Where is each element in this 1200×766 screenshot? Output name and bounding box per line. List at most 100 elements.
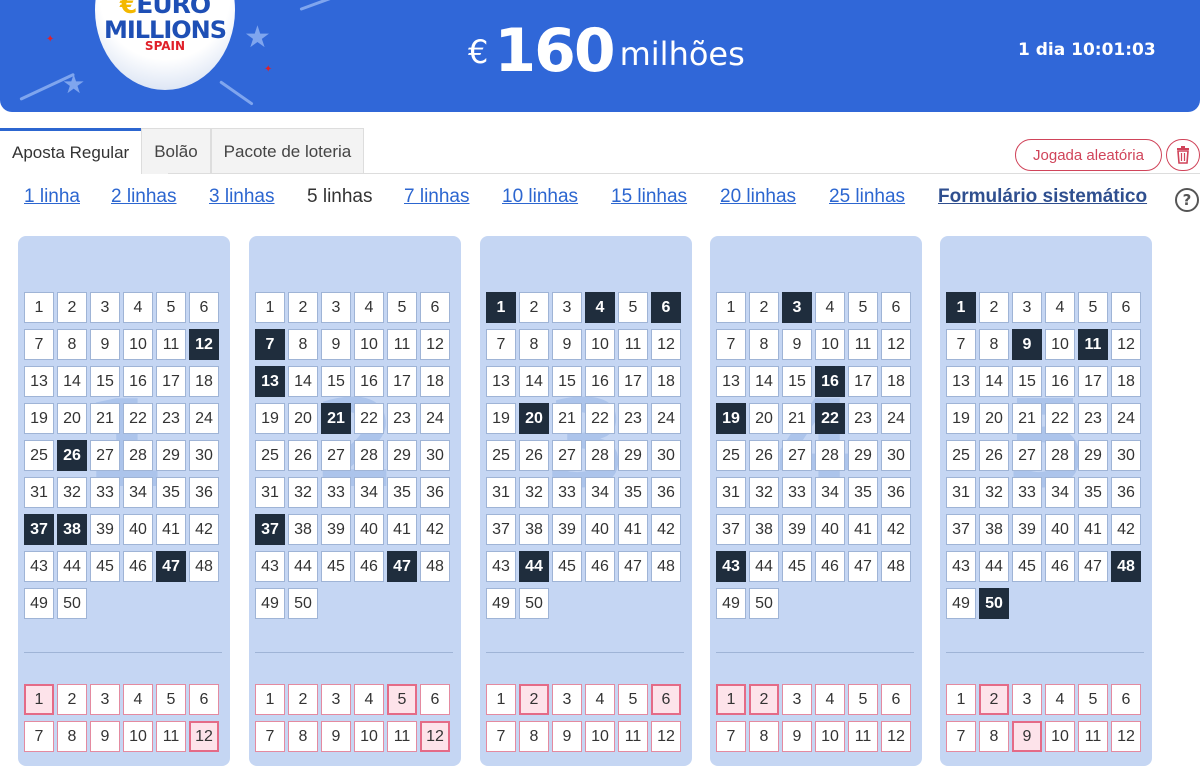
- line-option-20[interactable]: 20 linhas: [720, 186, 796, 208]
- star-cell[interactable]: 10: [1045, 721, 1075, 752]
- star-cell[interactable]: 1: [716, 684, 746, 715]
- number-cell[interactable]: 33: [782, 477, 812, 508]
- star-cell[interactable]: 7: [946, 721, 976, 752]
- star-cell[interactable]: 9: [552, 721, 582, 752]
- number-cell[interactable]: 20: [979, 403, 1009, 434]
- number-cell[interactable]: 39: [552, 514, 582, 545]
- number-cell[interactable]: 13: [716, 366, 746, 397]
- number-cell[interactable]: 14: [519, 366, 549, 397]
- number-cell[interactable]: 13: [946, 366, 976, 397]
- number-cell[interactable]: 32: [749, 477, 779, 508]
- number-cell[interactable]: 5: [848, 292, 878, 323]
- star-cell[interactable]: 11: [1078, 721, 1108, 752]
- number-cell[interactable]: 30: [651, 440, 681, 471]
- star-cell[interactable]: 9: [1012, 721, 1042, 752]
- number-cell[interactable]: 48: [881, 551, 911, 582]
- number-cell[interactable]: 12: [420, 329, 450, 360]
- star-cell[interactable]: 10: [354, 721, 384, 752]
- star-cell[interactable]: 12: [881, 721, 911, 752]
- number-cell[interactable]: 8: [288, 329, 318, 360]
- number-cell[interactable]: 26: [57, 440, 87, 471]
- number-cell[interactable]: 43: [716, 551, 746, 582]
- number-cell[interactable]: 31: [946, 477, 976, 508]
- number-cell[interactable]: 17: [1078, 366, 1108, 397]
- number-cell[interactable]: 48: [651, 551, 681, 582]
- number-cell[interactable]: 9: [782, 329, 812, 360]
- number-cell[interactable]: 13: [255, 366, 285, 397]
- number-cell[interactable]: 10: [585, 329, 615, 360]
- number-cell[interactable]: 2: [57, 292, 87, 323]
- number-cell[interactable]: 36: [1111, 477, 1141, 508]
- star-cell[interactable]: 10: [585, 721, 615, 752]
- number-cell[interactable]: 48: [1111, 551, 1141, 582]
- number-cell[interactable]: 42: [881, 514, 911, 545]
- number-cell[interactable]: 4: [354, 292, 384, 323]
- number-cell[interactable]: 38: [979, 514, 1009, 545]
- number-cell[interactable]: 40: [815, 514, 845, 545]
- number-cell[interactable]: 23: [387, 403, 417, 434]
- number-cell[interactable]: 3: [782, 292, 812, 323]
- number-cell[interactable]: 31: [716, 477, 746, 508]
- number-cell[interactable]: 17: [156, 366, 186, 397]
- number-cell[interactable]: 19: [255, 403, 285, 434]
- star-cell[interactable]: 5: [618, 684, 648, 715]
- number-cell[interactable]: 17: [387, 366, 417, 397]
- number-cell[interactable]: 35: [848, 477, 878, 508]
- number-cell[interactable]: 25: [486, 440, 516, 471]
- star-cell[interactable]: 11: [848, 721, 878, 752]
- star-cell[interactable]: 6: [651, 684, 681, 715]
- star-cell[interactable]: 6: [1111, 684, 1141, 715]
- number-cell[interactable]: 38: [519, 514, 549, 545]
- number-cell[interactable]: 25: [946, 440, 976, 471]
- number-cell[interactable]: 8: [979, 329, 1009, 360]
- number-cell[interactable]: 30: [1111, 440, 1141, 471]
- number-cell[interactable]: 30: [189, 440, 219, 471]
- number-cell[interactable]: 41: [156, 514, 186, 545]
- number-cell[interactable]: 45: [552, 551, 582, 582]
- number-cell[interactable]: 35: [156, 477, 186, 508]
- star-cell[interactable]: 5: [387, 684, 417, 715]
- number-cell[interactable]: 36: [189, 477, 219, 508]
- star-cell[interactable]: 7: [24, 721, 54, 752]
- number-cell[interactable]: 44: [519, 551, 549, 582]
- number-cell[interactable]: 34: [1045, 477, 1075, 508]
- number-cell[interactable]: 21: [1012, 403, 1042, 434]
- number-cell[interactable]: 16: [1045, 366, 1075, 397]
- number-cell[interactable]: 10: [815, 329, 845, 360]
- number-cell[interactable]: 17: [848, 366, 878, 397]
- number-cell[interactable]: 38: [57, 514, 87, 545]
- number-cell[interactable]: 2: [519, 292, 549, 323]
- number-cell[interactable]: 27: [552, 440, 582, 471]
- number-cell[interactable]: 31: [24, 477, 54, 508]
- number-cell[interactable]: 26: [979, 440, 1009, 471]
- number-cell[interactable]: 34: [354, 477, 384, 508]
- number-cell[interactable]: 5: [387, 292, 417, 323]
- number-cell[interactable]: 7: [716, 329, 746, 360]
- number-cell[interactable]: 3: [552, 292, 582, 323]
- number-cell[interactable]: 46: [585, 551, 615, 582]
- star-cell[interactable]: 2: [519, 684, 549, 715]
- number-cell[interactable]: 1: [946, 292, 976, 323]
- number-cell[interactable]: 19: [716, 403, 746, 434]
- number-cell[interactable]: 41: [618, 514, 648, 545]
- number-cell[interactable]: 28: [354, 440, 384, 471]
- star-cell[interactable]: 9: [90, 721, 120, 752]
- number-cell[interactable]: 49: [486, 588, 516, 619]
- star-cell[interactable]: 7: [486, 721, 516, 752]
- number-cell[interactable]: 2: [979, 292, 1009, 323]
- number-cell[interactable]: 4: [1045, 292, 1075, 323]
- number-cell[interactable]: 37: [255, 514, 285, 545]
- number-cell[interactable]: 50: [288, 588, 318, 619]
- number-cell[interactable]: 50: [57, 588, 87, 619]
- number-cell[interactable]: 47: [618, 551, 648, 582]
- number-cell[interactable]: 40: [354, 514, 384, 545]
- number-cell[interactable]: 46: [1045, 551, 1075, 582]
- star-cell[interactable]: 8: [288, 721, 318, 752]
- number-cell[interactable]: 34: [815, 477, 845, 508]
- number-cell[interactable]: 40: [123, 514, 153, 545]
- number-cell[interactable]: 25: [24, 440, 54, 471]
- number-cell[interactable]: 26: [749, 440, 779, 471]
- number-cell[interactable]: 12: [189, 329, 219, 360]
- line-option-25[interactable]: 25 linhas: [829, 186, 905, 208]
- number-cell[interactable]: 6: [420, 292, 450, 323]
